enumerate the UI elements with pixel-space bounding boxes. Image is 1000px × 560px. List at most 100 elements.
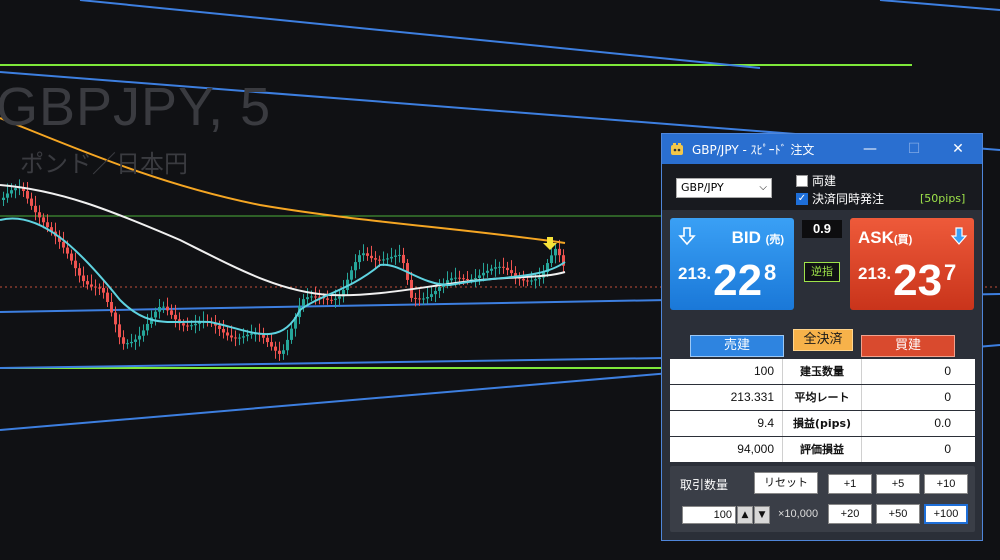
increment-100-button[interactable]: +100 [924,504,968,524]
currency-pair-select[interactable]: GBP/JPY ⌵ [676,178,772,198]
candle-body [158,307,161,312]
stop-order-toggle[interactable]: 逆指 [804,262,840,282]
table-row: 100 建玉数量 0 [670,359,975,385]
candle-body [146,323,149,331]
oco-checkbox[interactable]: ✓ 決済同時発注 [796,190,884,207]
candle-body [438,287,441,291]
candle-body [314,296,317,298]
speed-order-window[interactable]: GBP/JPY - ｽﾋﾟｰﾄﾞ 注文 — ☐ ✕ GBP/JPY ⌵ 両建 ✓… [661,133,983,541]
candle-body [278,350,281,354]
candle-body [286,339,289,351]
row-label: 建玉数量 [800,365,844,378]
candle-body [358,255,361,263]
chart-symbol-watermark: GBPJPY, 5 [0,77,272,137]
candle-body [222,328,225,333]
hedge-label: 両建 [812,174,837,188]
chevron-down-icon: ⌵ [759,182,767,193]
candle-body [6,193,9,198]
row-label: 評価損益 [800,443,844,456]
candle-body [226,332,229,336]
channel-line-corner [879,0,1000,11]
channel-line-top [79,0,761,69]
buy-positions-tab[interactable]: 買建 [861,335,955,357]
increment-50-button[interactable]: +50 [876,504,920,524]
candle-body [90,284,93,287]
candle-body [270,342,273,347]
candle-body [234,337,237,339]
signal-arrow-icon [543,237,557,250]
candle-body [414,297,417,299]
app-icon [668,140,686,158]
candle-body [162,306,165,308]
candle-body [122,337,125,344]
candle-body [366,253,369,256]
candle-body [290,328,293,340]
increment-10-button[interactable]: +10 [924,474,968,494]
positions-table: 100 建玉数量 0 213.331 平均レート 0 9.4 損益(pips) … [670,359,975,463]
reset-button[interactable]: リセット [754,472,818,494]
quantity-down-button[interactable]: ▼ [754,506,770,524]
candle-body [142,330,145,336]
ask-label: ASK(買) [858,228,913,247]
oco-pips-setting[interactable]: [50pips] [920,192,965,205]
candle-body [506,267,509,271]
window-title: GBP/JPY - ｽﾋﾟｰﾄﾞ 注文 [692,142,815,157]
quantity-up-button[interactable]: ▲ [737,506,753,524]
candle-body [474,277,477,280]
candle-body [350,270,353,280]
minimize-button[interactable]: — [850,134,890,164]
increment-20-button[interactable]: +20 [828,504,872,524]
sell-value: 213.331 [670,385,783,410]
candle-body [26,191,29,199]
candle-body [450,278,453,281]
close-button[interactable]: ✕ [938,134,978,164]
increment-5-button[interactable]: +5 [876,474,920,494]
candle-body [262,334,265,338]
candle-body [434,290,437,295]
ask-price: 213. 23 7 [858,256,957,305]
candle-body [166,306,169,311]
candle-body [62,241,65,248]
chart-instrument-name-watermark: ポンド／日本円 [20,150,188,178]
row-label: 平均レート [794,391,850,404]
quantity-label: 取引数量 [680,478,729,492]
candle-body [330,299,333,301]
sell-value: 94,000 [670,437,783,462]
hedge-checkbox-box[interactable] [796,174,808,187]
candle-body [394,255,397,257]
quantity-input[interactable]: 100 [682,506,736,524]
currency-pair-value: GBP/JPY [681,181,724,194]
candle-body [534,279,537,281]
candle-body [354,262,357,271]
bid-sell-button[interactable]: BID (売) 213. 22 8 [670,218,794,310]
candle-body [382,259,385,261]
candle-body [526,280,529,282]
candle-body [14,188,17,191]
candle-body [398,254,401,256]
arrow-down-icon [950,227,968,245]
row-label: 損益(pips) [792,417,852,430]
candle-body [126,343,129,345]
candle-body [282,350,285,354]
ask-buy-button[interactable]: ASK(買) 213. 23 7 [850,218,974,310]
maximize-button[interactable]: ☐ [894,134,934,164]
oco-label: 決済同時発注 [812,192,885,206]
hedge-checkbox[interactable]: 両建 [796,172,836,189]
candle-body [386,258,389,260]
sell-positions-tab[interactable]: 売建 [690,335,784,357]
candle-body [94,286,97,288]
oco-checkbox-box[interactable]: ✓ [796,192,808,205]
candle-body [362,253,365,256]
close-all-button[interactable]: 全決済 [793,329,853,351]
window-titlebar[interactable]: GBP/JPY - ｽﾋﾟｰﾄﾞ 注文 — ☐ ✕ [662,134,982,164]
candle-body [430,294,433,297]
increment-1-button[interactable]: +1 [828,474,872,494]
candle-body [98,287,101,289]
candle-body [338,296,341,299]
candle-body [374,258,377,260]
candle-body [378,259,381,261]
candle-body [190,325,193,327]
buy-value: 0 [861,437,975,462]
candle-body [250,333,253,335]
table-row: 94,000 評価損益 0 [670,437,975,463]
